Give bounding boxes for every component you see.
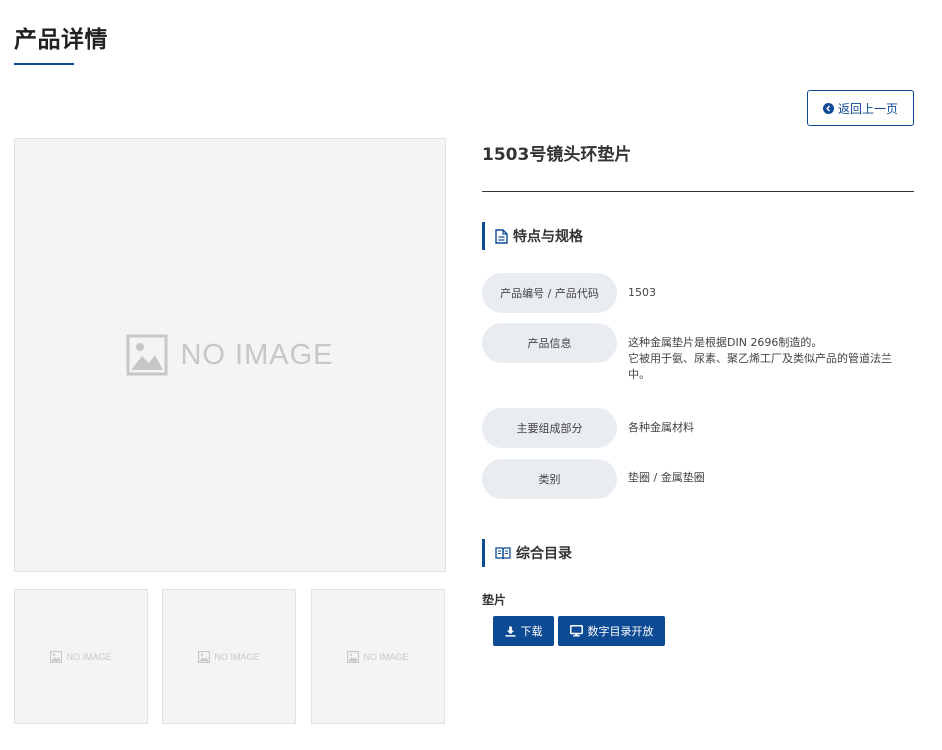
spec-label-info: 产品信息 [482,323,617,363]
product-name: 1503号镜头环垫片 [482,145,632,165]
image-icon [126,334,168,376]
thumbnail-placeholder: NO IMAGE [198,650,260,663]
spec-value-components: 各种金属材料 [628,421,694,434]
spec-value-info-line2: 它被用于氨、尿素、聚乙烯工厂及类似产品的管道法兰中。 [628,352,892,381]
back-button[interactable]: 返回上一页 [807,90,914,126]
spec-value-info: 这种金属垫片是根据DIN 2696制造的。 它被用于氨、尿素、聚乙烯工厂及类似产… [628,335,908,383]
spec-label-category: 类别 [482,459,617,499]
page-title: 产品详情 [14,27,108,53]
back-button-label: 返回上一页 [837,101,898,116]
spec-value-category: 垫圈 / 金属垫圈 [628,471,705,484]
no-image-placeholder: NO IMAGE [126,334,333,376]
catalog-item-name: 垫片 [482,593,507,607]
image-icon [347,650,360,663]
digital-catalog-button[interactable]: 数字目录开放 [558,616,665,646]
thumbnail-text: NO IMAGE [66,651,112,662]
spec-value-code: 1503 [628,286,656,299]
catalog-heading: 综合目录 [482,539,572,567]
arrow-left-circle-icon [822,102,834,114]
image-icon [50,650,63,663]
thumbnail-text: NO IMAGE [363,651,409,662]
thumbnail-text: NO IMAGE [214,651,260,662]
document-icon [495,228,508,244]
thumbnail-2[interactable]: NO IMAGE [162,589,296,724]
features-heading: 特点与规格 [482,222,583,250]
thumbnail-placeholder: NO IMAGE [347,650,409,663]
features-heading-text: 特点与规格 [513,229,583,245]
no-image-text: NO IMAGE [180,338,334,371]
title-underline [14,63,74,65]
product-divider [482,191,914,192]
spec-label-code: 产品编号 / 产品代码 [482,273,617,313]
download-button-label: 下载 [520,625,543,638]
thumbnail-1[interactable]: NO IMAGE [14,589,148,724]
catalog-heading-text: 综合目录 [516,546,572,562]
monitor-icon [569,625,583,637]
book-icon [495,547,511,560]
thumbnail-3[interactable]: NO IMAGE [311,589,445,724]
thumbnail-placeholder: NO IMAGE [50,650,112,663]
spec-value-info-line1: 这种金属垫片是根据DIN 2696制造的。 [628,336,823,349]
digital-catalog-label: 数字目录开放 [587,625,654,638]
image-icon [198,650,211,663]
download-button[interactable]: 下载 [493,616,554,646]
spec-label-components: 主要组成部分 [482,408,617,448]
download-icon [504,625,516,637]
main-product-image[interactable]: NO IMAGE [14,138,446,572]
